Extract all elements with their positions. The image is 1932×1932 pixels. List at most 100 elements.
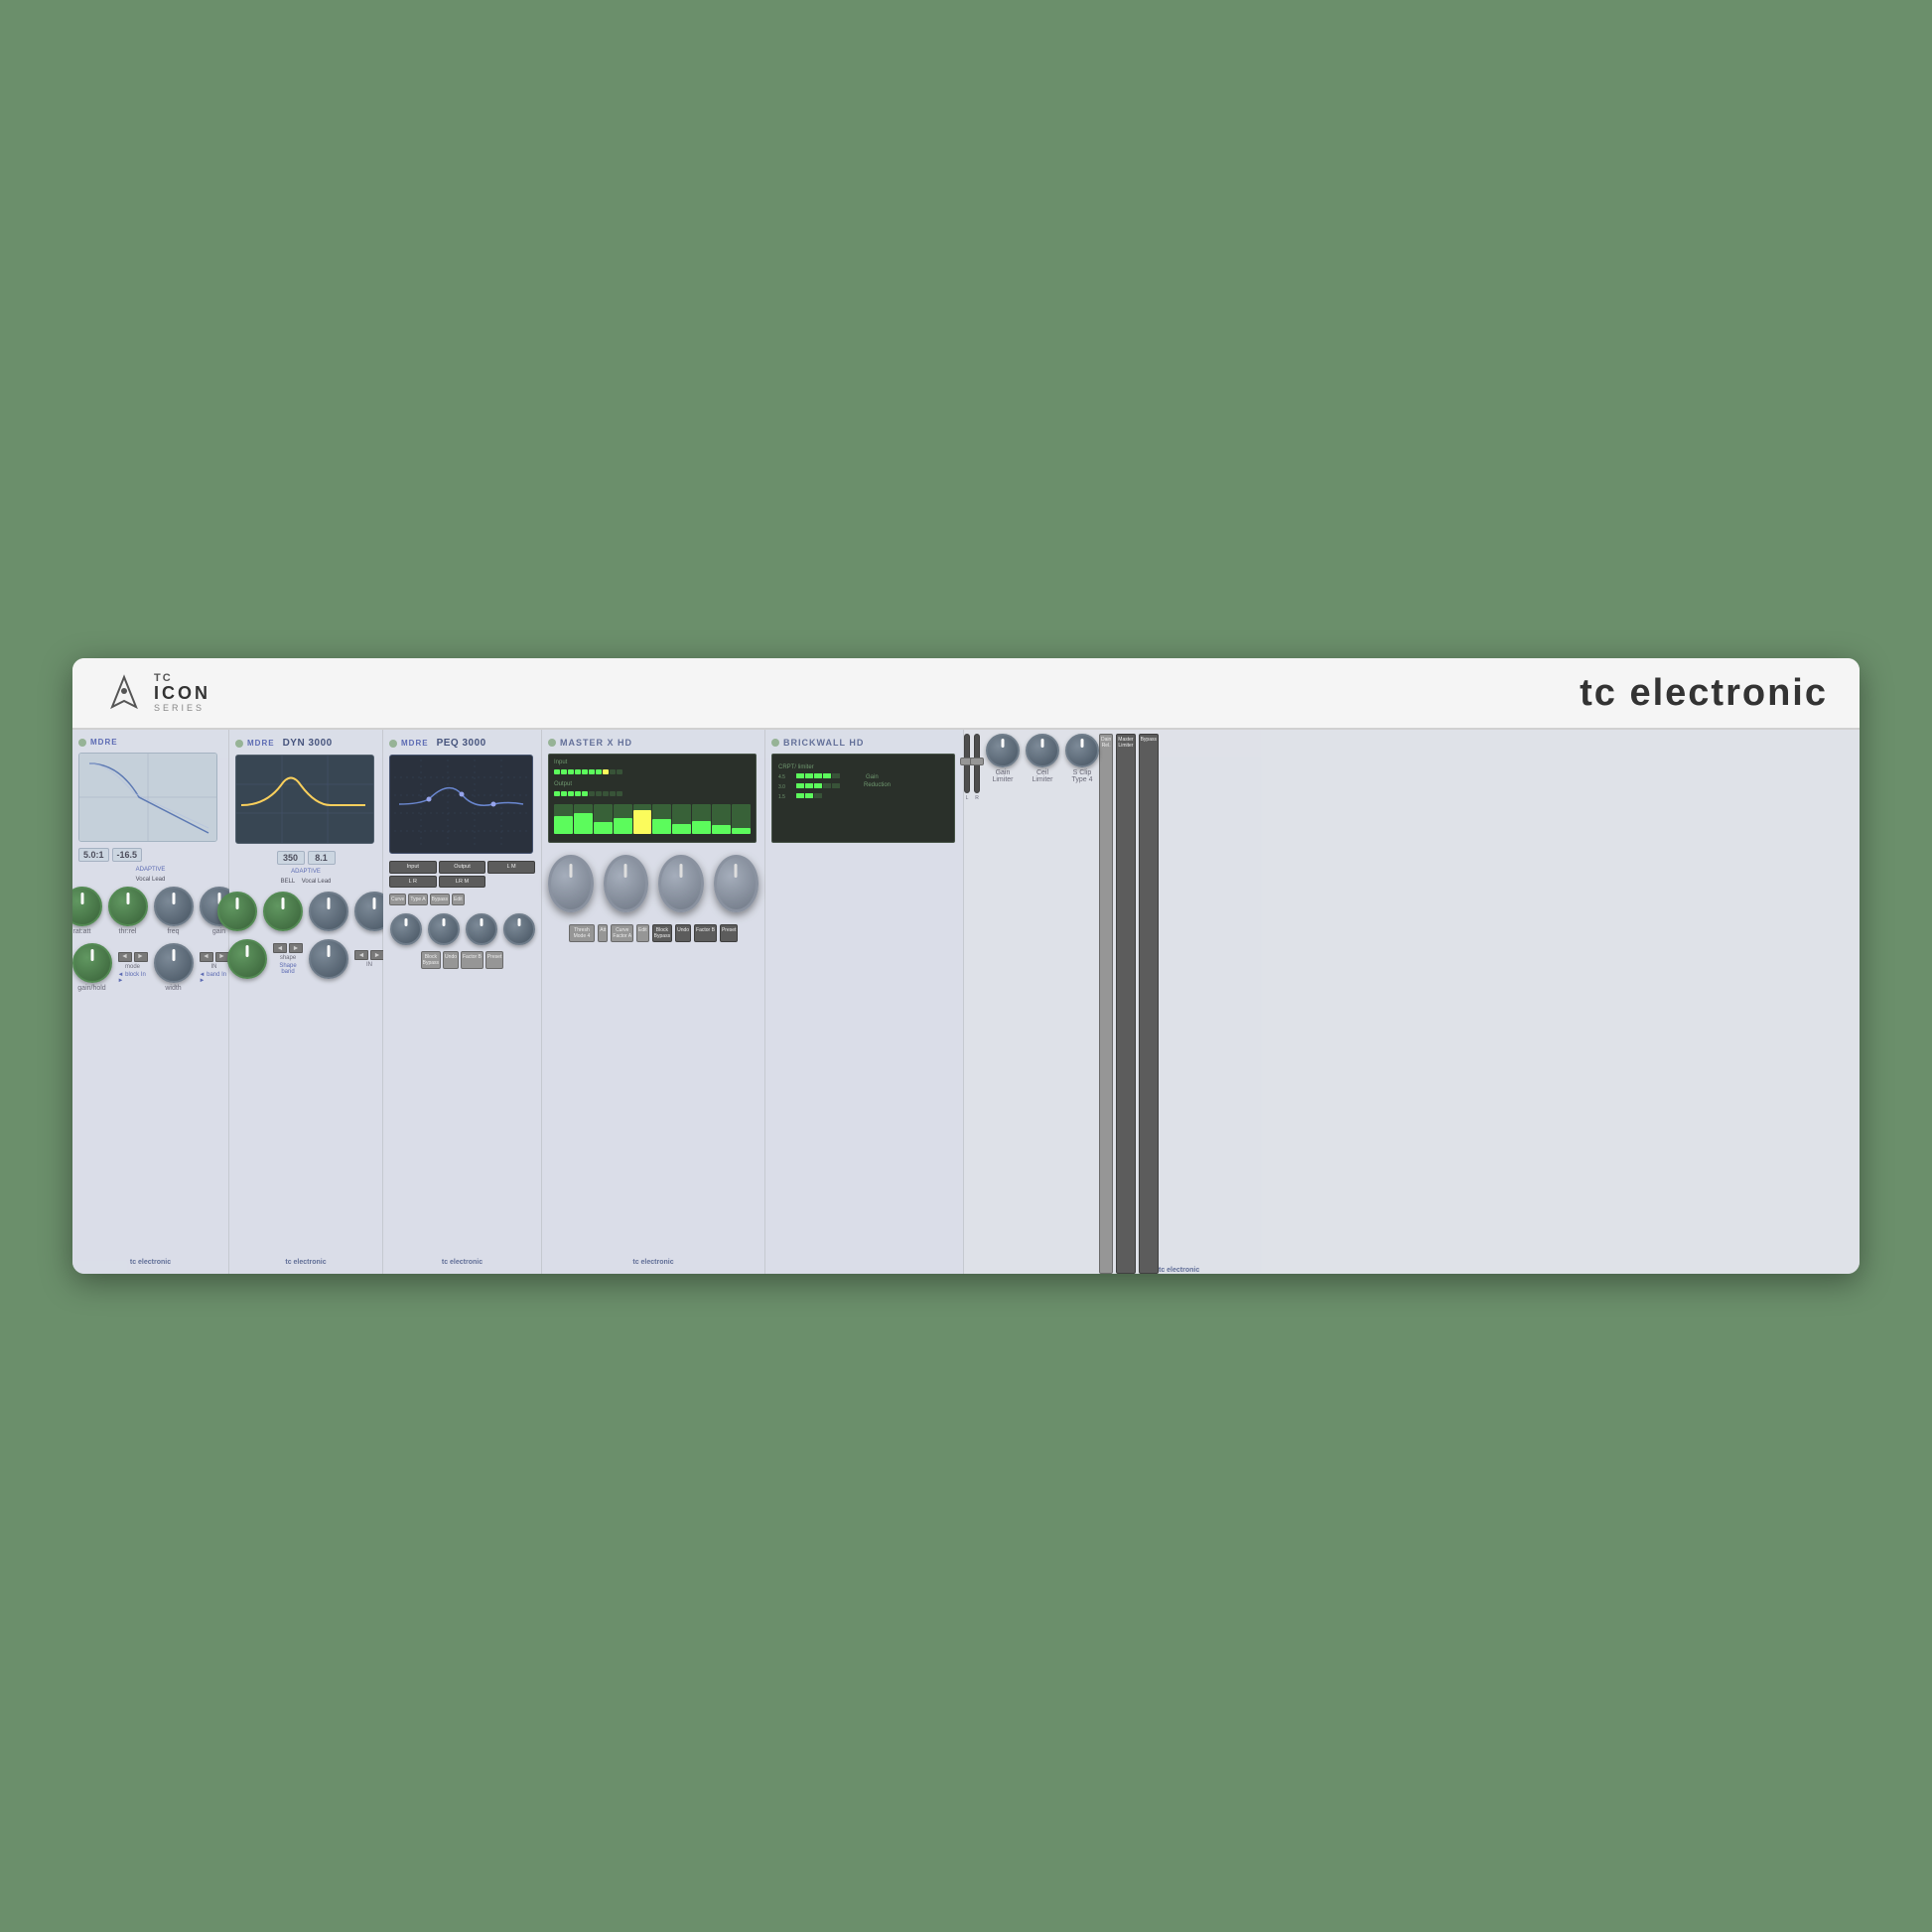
- peq-knob-1: [390, 913, 422, 945]
- dyn-knob-2-control[interactable]: [263, 892, 303, 931]
- peq-knob-3-control[interactable]: [466, 913, 497, 945]
- mdr-knob-gainhold: gain/hold: [72, 943, 112, 992]
- masterx-btn-undo[interactable]: Undo: [675, 924, 691, 942]
- masterx-big-knob-3[interactable]: [658, 855, 704, 912]
- mdr-footer: tc electronic: [78, 1259, 222, 1266]
- dyn-knob-6-control[interactable]: [309, 939, 348, 979]
- mdr-knob-thrrel-control[interactable]: [108, 887, 148, 926]
- peq-more-buttons: Curve Type A Bypass Edit: [389, 894, 535, 905]
- dyn-shape-label: shape: [273, 955, 303, 961]
- masterx-meter-bars: Input Output: [554, 759, 751, 834]
- peq-btn-preset[interactable]: Preset: [485, 951, 503, 969]
- mdr-display: [78, 753, 217, 842]
- masterx-btn-curvefac[interactable]: CurveFactor A: [611, 924, 633, 942]
- masterx-big-knob-4[interactable]: [714, 855, 759, 912]
- mdr-knob-ratatt-label: rat:att: [73, 928, 91, 935]
- masterx-header: MASTER X HD: [548, 738, 759, 748]
- dyn-in-right[interactable]: ►: [370, 950, 384, 960]
- peq-btn-block-bypass[interactable]: BlockBypass: [421, 951, 441, 969]
- peq-knob-4-control[interactable]: [503, 913, 535, 945]
- peq-btn-lrm[interactable]: LR M: [439, 876, 486, 889]
- brickwall-knob-1-control[interactable]: [986, 734, 1020, 767]
- peq-btn-bypass[interactable]: Bypass: [430, 894, 450, 905]
- masterx-btn-preset[interactable]: Preset: [720, 924, 738, 942]
- dyn-knob-5-control[interactable]: [227, 939, 267, 979]
- brickwall-fader-1-label: L: [966, 795, 969, 801]
- peq-btn-curve[interactable]: Curve: [389, 894, 406, 905]
- mdr-knob-ratatt-control[interactable]: [72, 887, 102, 926]
- brickwall-btn-meter[interactable]: MasterLimiter: [1116, 734, 1135, 1274]
- brickwall-btn-bypass[interactable]: Bypass: [1139, 734, 1159, 1274]
- svg-text:1.5: 1.5: [778, 794, 785, 800]
- peq-btn-typea[interactable]: Type A: [408, 894, 427, 905]
- masterx-btn-blockbypass[interactable]: BlockBypass: [652, 924, 672, 942]
- dyn-footer: tc electronic: [235, 1259, 376, 1266]
- masterx-output-label: Output: [554, 781, 751, 787]
- brickwall-footer: tc electronic: [1159, 1267, 1199, 1274]
- masterx-btn-att[interactable]: Att: [598, 924, 608, 942]
- dyn-knob-3-control[interactable]: [309, 892, 348, 931]
- peq-knob-1-control[interactable]: [390, 913, 422, 945]
- peq-btn-lr[interactable]: L R: [389, 876, 437, 889]
- masterx-big-knob-1[interactable]: [548, 855, 594, 912]
- brickwall-header: BRICKWALL HD: [771, 738, 957, 748]
- peq-btn-edit[interactable]: Edit: [452, 894, 465, 905]
- dyn-name-mdr: MDRE: [247, 739, 275, 748]
- dyn-in-label: IN: [354, 962, 384, 968]
- mdr-arrows2-block: ◄ ► IN ◄ band In ►: [200, 952, 229, 984]
- dyn-adaptive-label: ADAPTIVE: [235, 869, 376, 875]
- brickwall-knob-3-control[interactable]: [1065, 734, 1099, 767]
- mdr-lr-arrows2: ◄ ►: [200, 952, 229, 962]
- peq-btn-factorb[interactable]: Factor B: [461, 951, 483, 969]
- dyn-knob-5: [227, 939, 267, 979]
- dyn-shape-arrows: ◄ ► shape Shape band: [273, 943, 303, 975]
- brickwall-led[interactable]: [771, 739, 779, 747]
- dyn-shape-right[interactable]: ►: [289, 943, 303, 953]
- brickwall-name: BRICKWALL HD: [783, 738, 864, 748]
- mdr-knob-freq-label: freq: [167, 928, 179, 935]
- peq-display-svg: [394, 759, 530, 849]
- brickwall-fader-2-track[interactable]: [974, 734, 980, 793]
- mdr-arrow-right[interactable]: ►: [134, 952, 148, 962]
- peq-knob-3: [466, 913, 497, 945]
- masterx-btn-edit[interactable]: Edit: [636, 924, 649, 942]
- mdr-knob-freq-control[interactable]: [154, 887, 194, 926]
- masterx-led[interactable]: [548, 739, 556, 747]
- peq-btn-undo[interactable]: Undo: [443, 951, 459, 969]
- mdr-ratio-value: 5.0:1: [78, 848, 109, 862]
- mdr-knob-gainhold-label: gain/hold: [77, 985, 105, 992]
- brickwall-faders: L R: [964, 734, 980, 1274]
- header-bar: TC ICON SERIES tc electronic: [72, 658, 1860, 730]
- dyn-in-left[interactable]: ◄: [354, 950, 368, 960]
- mdr-lr-arrows: ◄ ►: [118, 952, 148, 962]
- peq-btn-input[interactable]: Input: [389, 861, 437, 874]
- brickwall-knob-2-control[interactable]: [1026, 734, 1059, 767]
- mdr-knobs-row1: rat:att thr:rel freq gain: [78, 887, 222, 935]
- mdr-arrow2-left[interactable]: ◄: [200, 952, 213, 962]
- mdr-knob-width-label: width: [165, 985, 181, 992]
- dyn-shape-left[interactable]: ◄: [273, 943, 287, 953]
- brickwall-fader-row: L R GainLimiter: [964, 734, 1099, 1274]
- dyn-knob-2: [263, 892, 303, 931]
- dyn-values-row: 350 8.1: [235, 851, 376, 865]
- mdr-knob-gainhold-control[interactable]: [72, 943, 112, 983]
- masterx-btn-factorb[interactable]: Factor B: [694, 924, 717, 942]
- mdr-arrow-left[interactable]: ◄: [118, 952, 132, 962]
- brickwall-btn-dain[interactable]: DainRel.: [1099, 734, 1113, 1274]
- masterx-btn-threshmode[interactable]: ThreshMode 4: [569, 924, 596, 942]
- peq-bottom-buttons: BlockBypass Undo Factor B Preset: [389, 951, 535, 969]
- dyn-knobs-row2: ◄ ► shape Shape band ◄ ► IN: [235, 939, 376, 979]
- peq-btn-lm[interactable]: L M: [487, 861, 535, 874]
- masterx-name: MASTER X HD: [560, 738, 632, 748]
- peq-knob-2-control[interactable]: [428, 913, 460, 945]
- mdr-led: [78, 739, 86, 747]
- dyn-knob-1-control[interactable]: [217, 892, 257, 931]
- dyn-gain-value: 8.1: [308, 851, 336, 865]
- masterx-big-knob-2[interactable]: [604, 855, 649, 912]
- dyn-knob-3: [309, 892, 348, 931]
- brickwall-meter-svg: CRPT/ limiter 4.5 3.0 1.5: [776, 759, 952, 840]
- mdr-knob-width-control[interactable]: [154, 943, 194, 983]
- peq-model: PEQ 3000: [437, 738, 486, 749]
- peq-btn-output[interactable]: Output: [439, 861, 486, 874]
- mdr-knob-thrrel-label: thr:rel: [119, 928, 137, 935]
